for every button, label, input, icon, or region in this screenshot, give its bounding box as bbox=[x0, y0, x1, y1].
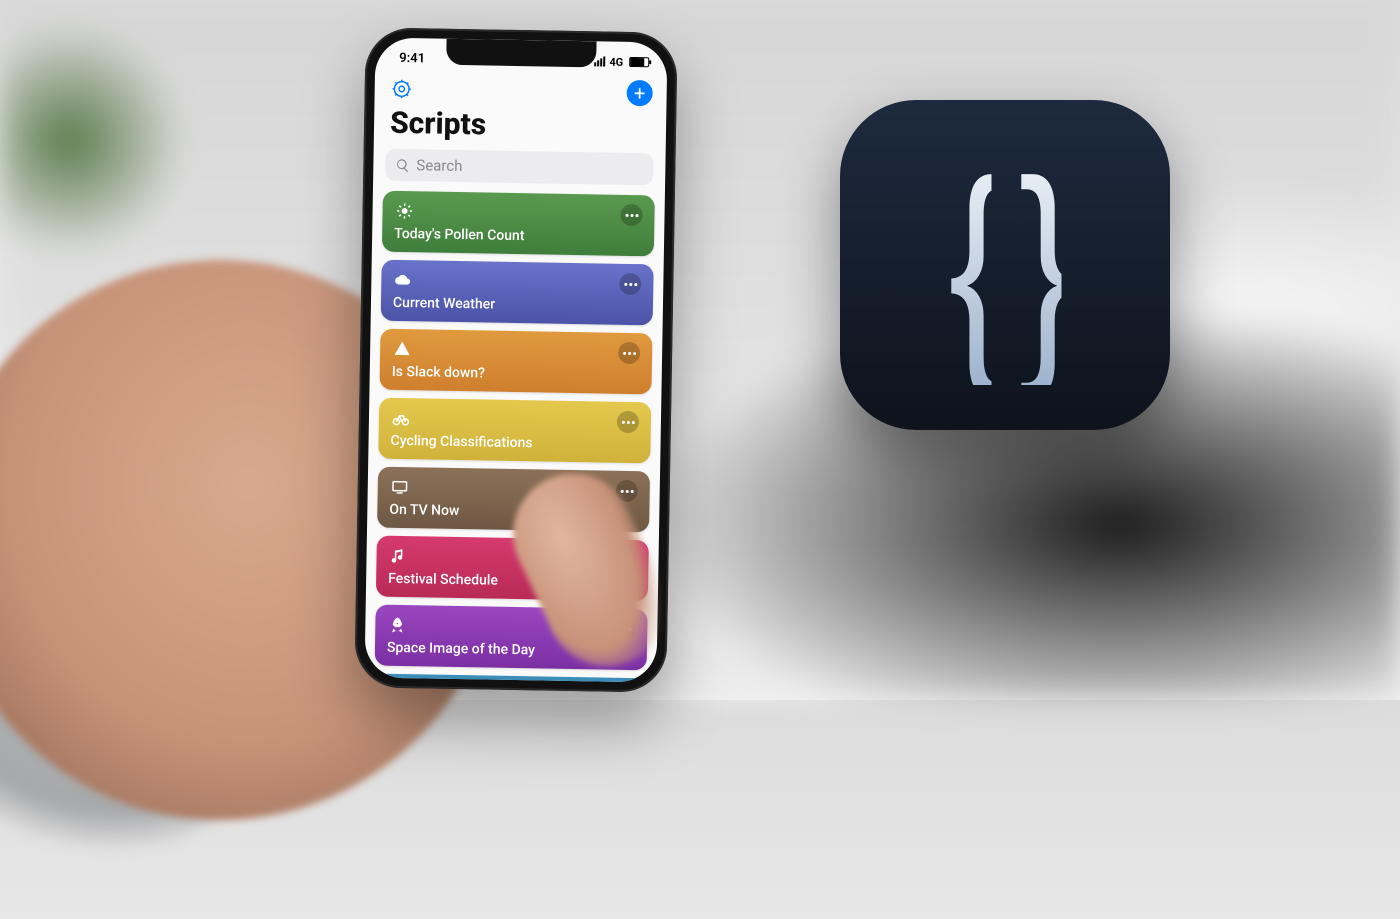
bicycle-icon bbox=[391, 408, 411, 428]
search-field[interactable]: Search bbox=[385, 149, 654, 186]
script-label: Today's Pollen Count bbox=[394, 226, 642, 246]
more-button[interactable] bbox=[617, 411, 639, 433]
status-right: 4G bbox=[594, 55, 649, 69]
script-label: Is Slack down? bbox=[392, 364, 640, 384]
search-icon bbox=[395, 157, 410, 172]
more-button[interactable] bbox=[619, 273, 641, 295]
script-card[interactable]: Find Nearby Scooter bbox=[373, 674, 646, 683]
notch bbox=[446, 39, 596, 68]
warning-icon bbox=[392, 339, 412, 359]
carrier-label: 4G bbox=[609, 55, 623, 68]
script-label: Cycling Classifications bbox=[390, 433, 638, 453]
more-button[interactable] bbox=[618, 342, 640, 364]
battery-icon bbox=[629, 57, 649, 67]
script-card[interactable]: Current Weather bbox=[381, 260, 654, 326]
script-card[interactable]: Today's Pollen Count bbox=[382, 191, 655, 257]
app-icon: {} bbox=[840, 100, 1170, 430]
status-time: 9:41 bbox=[399, 50, 425, 65]
braces-icon: {} bbox=[940, 145, 1070, 385]
script-card[interactable]: Cycling Classifications bbox=[378, 398, 651, 464]
music-icon bbox=[388, 546, 408, 566]
cloud-icon bbox=[393, 270, 413, 290]
add-button[interactable]: + bbox=[626, 80, 652, 106]
script-label: Current Weather bbox=[393, 295, 641, 315]
settings-button[interactable] bbox=[388, 76, 414, 102]
page-title: Scripts bbox=[374, 101, 667, 153]
script-card[interactable]: Is Slack down? bbox=[379, 329, 652, 395]
rocket-icon bbox=[387, 615, 407, 635]
toolbar: + bbox=[374, 69, 667, 106]
signal-icon bbox=[594, 56, 605, 66]
sun-icon bbox=[394, 201, 414, 221]
search-placeholder: Search bbox=[416, 156, 462, 175]
tv-icon bbox=[390, 477, 410, 497]
more-button[interactable] bbox=[620, 204, 642, 226]
plus-icon: + bbox=[634, 83, 646, 103]
gear-icon bbox=[391, 78, 413, 100]
